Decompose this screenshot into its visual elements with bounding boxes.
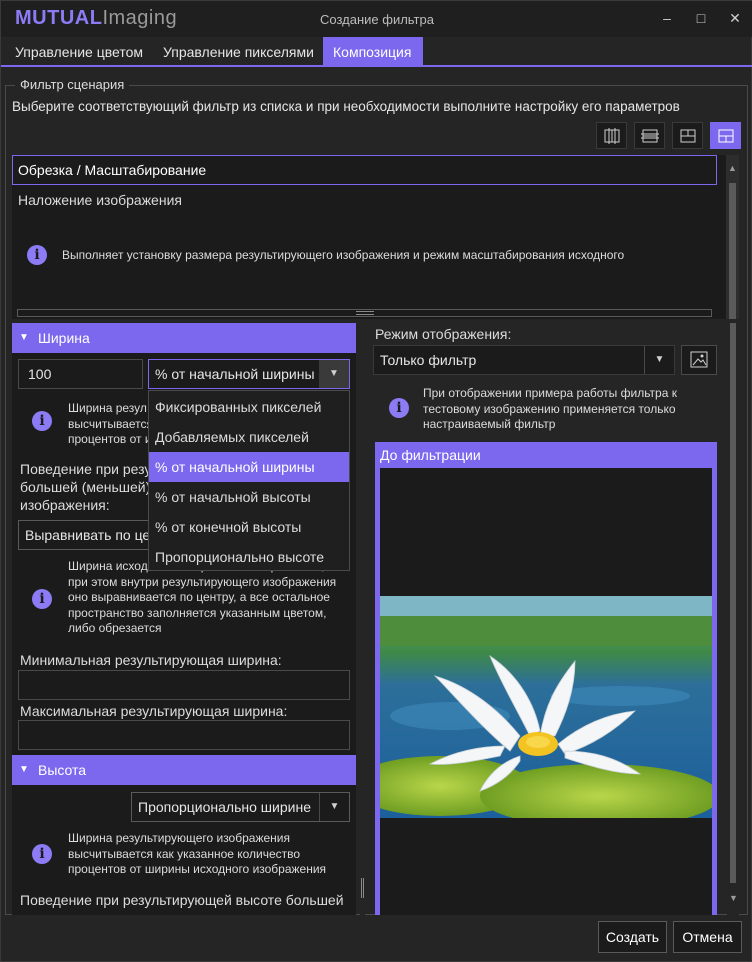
layout-columns-icon xyxy=(604,128,620,144)
window-title: Создание фильтра xyxy=(320,12,434,27)
layout-columns-button[interactable] xyxy=(596,122,627,149)
splitter-grip-icon xyxy=(356,311,374,315)
minimize-icon[interactable]: – xyxy=(653,7,681,29)
test-image-water-lily xyxy=(380,596,712,818)
chevron-down-icon[interactable]: ▼ xyxy=(319,360,349,388)
title-bar: MUTUALImaging Создание фильтра – □ ✕ xyxy=(1,1,752,37)
group-hint: Выберите соответствующий фильтр из списк… xyxy=(12,99,680,114)
info-icon: i xyxy=(32,844,52,864)
dropdown-option[interactable]: % от конечной высоты xyxy=(149,512,349,542)
layout-grid-icon xyxy=(680,129,696,143)
min-width-input[interactable] xyxy=(18,670,350,700)
width-info-text: Ширина резул высчитывается процентов от … xyxy=(68,401,153,446)
collapse-arrow-icon: ▼ xyxy=(19,764,29,775)
close-icon[interactable]: ✕ xyxy=(721,7,749,29)
width-value-input[interactable]: 100 xyxy=(18,359,143,389)
vertical-splitter[interactable] xyxy=(360,323,365,915)
width-section-header[interactable]: ▼ Ширина xyxy=(12,323,356,353)
main-scrollbar[interactable]: ▼ xyxy=(727,323,739,915)
chevron-down-icon[interactable]: ▼ xyxy=(319,793,349,821)
dropdown-option[interactable]: Добавляемых пикселей xyxy=(149,422,349,452)
main-scrollbar-thumb[interactable] xyxy=(730,323,736,883)
height-info-text: Ширина результирующего изображения высчи… xyxy=(68,831,327,876)
height-behavior-label: Поведение при результирующей высоте боль… xyxy=(20,892,344,908)
width-unit-select[interactable]: % от начальной ширины ▼ xyxy=(148,359,350,389)
image-icon xyxy=(690,351,708,368)
collapse-arrow-icon: ▼ xyxy=(19,332,29,343)
tab-color-management[interactable]: Управление цветом xyxy=(5,37,153,67)
maximize-icon[interactable]: □ xyxy=(687,7,715,29)
main-window: MUTUALImaging Создание фильтра – □ ✕ Упр… xyxy=(0,0,752,962)
filter-list-scrollbar[interactable]: ▲ xyxy=(726,155,739,319)
chevron-down-icon[interactable]: ▼ xyxy=(644,346,674,374)
info-icon: i xyxy=(389,398,409,418)
dropdown-option[interactable]: Пропорционально высоте xyxy=(149,542,349,572)
dropdown-option[interactable]: Фиксированных пикселей xyxy=(149,392,349,422)
info-icon: i xyxy=(27,245,47,265)
tab-composition[interactable]: Композиция xyxy=(323,37,423,67)
filter-list: Обрезка / Масштабирование Наложение изоб… xyxy=(12,155,739,319)
layout-split-icon xyxy=(718,129,734,143)
width-behavior-label: Поведение при резу большей (меньшей) изо… xyxy=(20,461,152,513)
filter-item-crop-scale[interactable]: Обрезка / Масштабирование xyxy=(12,155,717,185)
tab-bar: Управление цветом Управление пикселями К… xyxy=(1,37,752,67)
height-section-header[interactable]: ▼ Высота xyxy=(12,755,356,785)
preview-canvas xyxy=(380,468,712,915)
unit-dropdown-list: Фиксированных пикселей Добавляемых пиксе… xyxy=(148,390,350,571)
filter-item-overlay[interactable]: Наложение изображения xyxy=(18,192,182,208)
group-legend: Фильтр сценария xyxy=(15,77,130,92)
dropdown-option-selected[interactable]: % от начальной ширины xyxy=(149,452,349,482)
cancel-button[interactable]: Отмена xyxy=(673,921,742,953)
load-image-button[interactable] xyxy=(681,345,717,375)
layout-grid-button[interactable] xyxy=(672,122,703,149)
info-icon: i xyxy=(32,589,52,609)
create-button[interactable]: Создать xyxy=(598,921,667,953)
panel-splitter[interactable] xyxy=(17,309,712,317)
height-mode-select[interactable]: Пропорционально ширине ▼ xyxy=(131,792,350,822)
filter-description: Выполняет установку размера результирующ… xyxy=(62,248,625,262)
display-mode-select[interactable]: Только фильтр ▼ xyxy=(373,345,675,375)
max-width-input[interactable] xyxy=(18,720,350,750)
max-width-label: Максимальная результирующая ширина: xyxy=(20,703,288,719)
dropdown-option[interactable]: % от начальной высоты xyxy=(149,482,349,512)
tab-pixel-management[interactable]: Управление пикселями xyxy=(153,37,324,67)
preview-header: До фильтрации xyxy=(380,447,481,463)
layout-rows-button[interactable] xyxy=(634,122,665,149)
info-icon: i xyxy=(32,411,52,431)
preview-box: До фильтрации xyxy=(375,442,717,915)
preview-panel: Режим отображения: Только фильтр ▼ i При… xyxy=(367,323,727,915)
scroll-down-icon[interactable]: ▼ xyxy=(729,893,738,903)
splitter-grip-icon xyxy=(361,878,364,898)
display-mode-label: Режим отображения: xyxy=(375,326,512,342)
layout-rows-icon xyxy=(641,129,659,143)
scroll-up-icon[interactable]: ▲ xyxy=(728,163,737,173)
scrollbar-thumb[interactable] xyxy=(729,183,736,319)
display-info-text: При отображении примера работы фильтра к… xyxy=(423,386,677,431)
min-width-label: Минимальная результирующая ширина: xyxy=(20,652,282,668)
layout-split-button[interactable] xyxy=(710,122,741,149)
